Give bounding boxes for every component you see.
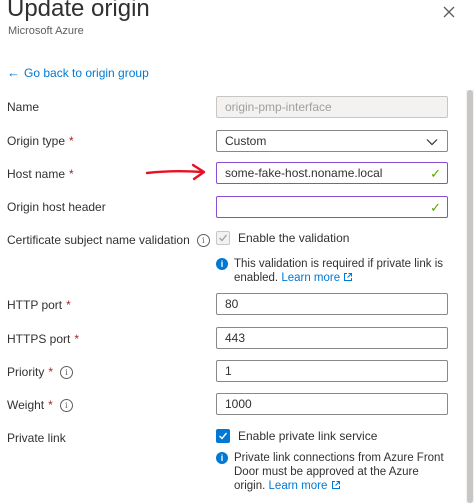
- name-label-text: Name: [7, 100, 40, 114]
- private-link-label-text: Private link: [7, 431, 66, 445]
- learn-more-link[interactable]: Learn more: [281, 272, 353, 284]
- host-name-input[interactable]: some-fake-host.noname.local ✓: [216, 162, 448, 184]
- checkmark-icon: [219, 432, 228, 440]
- weight-label: Weight * i: [7, 398, 73, 412]
- close-icon: [443, 6, 455, 18]
- page-title: Update origin: [7, 0, 150, 22]
- checkmark-icon: [219, 234, 228, 242]
- learn-more-label: Learn more: [268, 480, 328, 492]
- weight-label-text: Weight: [7, 398, 45, 412]
- info-icon[interactable]: i: [59, 398, 73, 412]
- origin-type-select[interactable]: Custom: [216, 130, 448, 152]
- required-marker: *: [69, 167, 74, 181]
- origin-host-header-label-text: Origin host header: [7, 200, 106, 214]
- required-marker: *: [66, 298, 71, 312]
- close-button[interactable]: [441, 4, 457, 20]
- required-marker: *: [48, 398, 53, 412]
- cert-validation-checkbox[interactable]: [216, 231, 230, 245]
- name-value: origin-pmp-interface: [225, 100, 332, 114]
- https-port-label: HTTPS port *: [7, 332, 79, 346]
- required-marker: *: [74, 332, 80, 346]
- http-port-label-text: HTTP port: [7, 298, 63, 312]
- priority-label-text: Priority: [7, 365, 45, 379]
- https-port-value: 443: [225, 331, 246, 345]
- cert-validation-checkbox-label: Enable the validation: [238, 231, 350, 245]
- vertical-scrollbar[interactable]: [466, 90, 474, 503]
- private-link-note: i Private link connections from Azure Fr…: [216, 451, 448, 493]
- private-link-checkbox-row[interactable]: Enable private link service: [216, 429, 377, 443]
- required-marker: *: [48, 365, 54, 379]
- https-port-label-text: HTTPS port: [7, 332, 71, 346]
- name-label: Name: [7, 100, 39, 114]
- host-name-label: Host name *: [7, 167, 74, 181]
- name-field[interactable]: origin-pmp-interface: [216, 96, 448, 118]
- chevron-down-icon: [426, 139, 438, 146]
- host-name-value: some-fake-host.noname.local: [225, 166, 383, 180]
- required-marker: *: [69, 134, 74, 148]
- cert-validation-checkbox-row[interactable]: Enable the validation: [216, 231, 349, 245]
- info-icon: i: [216, 258, 228, 270]
- cert-validation-label-text: Certificate subject name validation: [7, 233, 190, 247]
- priority-value: 1: [225, 364, 232, 378]
- private-link-label: Private link: [7, 431, 66, 445]
- external-link-icon: [344, 273, 353, 281]
- scrollbar-thumb[interactable]: [467, 90, 473, 503]
- external-link-icon: [331, 481, 340, 489]
- checkmark-icon: ✓: [430, 166, 441, 181]
- info-icon[interactable]: i: [196, 233, 210, 247]
- private-link-note-text: Private link connections from Azure Fron…: [234, 451, 448, 493]
- back-arrow-icon: ←: [7, 65, 20, 80]
- weight-value: 1000: [225, 397, 252, 411]
- checkmark-icon: ✓: [430, 200, 441, 215]
- https-port-input[interactable]: 443: [216, 327, 448, 349]
- info-icon[interactable]: i: [60, 365, 74, 379]
- learn-more-label: Learn more: [281, 272, 341, 284]
- back-to-origin-group-link[interactable]: ← Go back to origin group: [7, 66, 149, 80]
- cert-validation-note-text: This validation is required if private l…: [234, 257, 448, 285]
- cert-validation-note: i This validation is required if private…: [216, 257, 448, 285]
- origin-type-label-text: Origin type: [7, 134, 66, 148]
- priority-label: Priority * i: [7, 365, 74, 379]
- back-link-label: Go back to origin group: [24, 66, 149, 80]
- http-port-value: 80: [225, 297, 239, 311]
- private-link-checkbox[interactable]: [216, 429, 230, 443]
- weight-input[interactable]: 1000: [216, 393, 448, 415]
- origin-type-value: Custom: [225, 134, 267, 148]
- origin-host-header-input[interactable]: ✓: [216, 196, 448, 218]
- annotation-arrow-icon: [145, 163, 206, 181]
- priority-input[interactable]: 1: [216, 360, 448, 382]
- private-link-checkbox-label: Enable private link service: [238, 429, 378, 443]
- info-icon: i: [216, 452, 228, 464]
- http-port-label: HTTP port *: [7, 298, 71, 312]
- origin-host-header-label: Origin host header: [7, 200, 106, 214]
- http-port-input[interactable]: 80: [216, 293, 448, 315]
- origin-type-label: Origin type *: [7, 134, 74, 148]
- learn-more-link[interactable]: Learn more: [269, 480, 341, 492]
- cert-validation-label: Certificate subject name validation i: [7, 233, 210, 247]
- update-origin-panel: Update origin Microsoft Azure ← Go back …: [0, 0, 474, 503]
- host-name-label-text: Host name: [7, 167, 66, 181]
- page-subtitle: Microsoft Azure: [8, 25, 84, 37]
